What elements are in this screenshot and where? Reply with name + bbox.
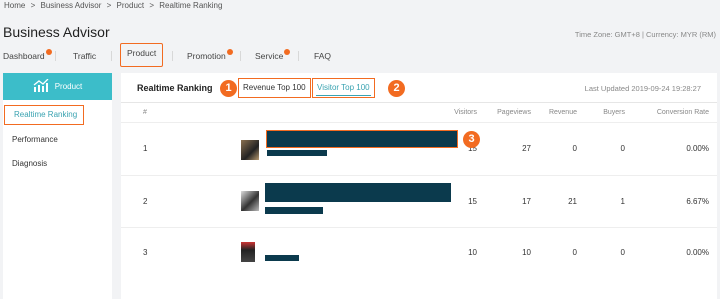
rank-cell: 1 xyxy=(121,121,171,175)
last-updated: Last Updated 2019-09-24 19:28:27 xyxy=(584,84,701,93)
breadcrumb-home[interactable]: Home xyxy=(4,1,25,10)
step-badge: 1 xyxy=(220,80,237,97)
nav-divider xyxy=(55,51,56,61)
sidebar-item-performance[interactable]: Performance xyxy=(3,128,112,152)
col-header-conversion-rate[interactable]: Conversion Rate xyxy=(633,104,717,122)
nav-dashboard-label: Dashboard xyxy=(3,51,45,61)
highlight-outline xyxy=(266,129,458,148)
conversion-rate-cell: 0.00% xyxy=(633,121,717,175)
product-id-redacted xyxy=(267,149,327,156)
table-row: 2 15 17 21 1 6.67% xyxy=(121,174,717,227)
nav-faq-label: FAQ xyxy=(314,51,332,61)
col-header-pageviews[interactable]: Pageviews xyxy=(485,104,539,122)
product-cell: 3 xyxy=(171,121,480,175)
rank-cell: 2 xyxy=(121,174,171,227)
buyers-cell: 0 xyxy=(585,226,633,277)
notification-dot xyxy=(226,49,233,55)
nav-dashboard[interactable]: Dashboard xyxy=(3,46,52,66)
sidebar-header[interactable]: Product xyxy=(3,73,112,100)
breadcrumb-separator: > xyxy=(30,1,36,10)
nav-product[interactable]: Product xyxy=(120,43,164,67)
step-badge: 3 xyxy=(463,130,480,148)
ranking-table: # Visitors Pageviews Revenue Buyers Conv… xyxy=(121,104,717,277)
product-thumbnail[interactable] xyxy=(241,139,259,160)
col-header-product xyxy=(171,104,437,122)
col-header-buyers[interactable]: Buyers xyxy=(585,104,633,122)
revenue-cell: 21 xyxy=(539,174,585,227)
col-header-rank: # xyxy=(143,109,147,117)
nav-product-label: Product xyxy=(127,48,157,58)
nav-traffic[interactable]: Traffic xyxy=(73,46,96,66)
nav-service[interactable]: Service xyxy=(255,46,291,66)
nav-service-label: Service xyxy=(255,51,284,61)
product-info xyxy=(171,176,451,227)
pageviews-cell: 27 xyxy=(485,121,539,175)
page-title: Business Advisor xyxy=(3,24,110,40)
breadcrumb: Home > Business Advisor > Product > Real… xyxy=(4,1,225,10)
nav-promotion-label: Promotion xyxy=(187,51,226,61)
sidebar: Product Realtime Ranking Performance Dia… xyxy=(3,73,112,299)
visitors-cell: 10 xyxy=(437,226,485,277)
col-header-visitors[interactable]: Visitors xyxy=(437,104,485,122)
buyers-cell: 1 xyxy=(585,174,633,227)
breadcrumb-separator: > xyxy=(149,1,155,10)
breadcrumb-realtime-ranking: Realtime Ranking xyxy=(159,1,223,10)
nav-divider xyxy=(240,51,241,61)
trend-chart-icon xyxy=(33,78,49,94)
ranking-panel: Realtime Ranking 1 Revenue Top 100 Visit… xyxy=(121,73,717,299)
nav-divider xyxy=(298,51,299,61)
panel-header: Realtime Ranking 1 Revenue Top 100 Visit… xyxy=(121,73,717,103)
step-badge: 2 xyxy=(388,80,405,97)
breadcrumb-separator: > xyxy=(106,1,112,10)
sidebar-item-label: Diagnosis xyxy=(12,159,48,168)
nav-divider xyxy=(172,51,173,61)
breadcrumb-product[interactable]: Product xyxy=(117,1,145,10)
tab-visitor-top-100[interactable]: Visitor Top 100 xyxy=(312,78,375,98)
conversion-rate-cell: 0.00% xyxy=(633,226,717,277)
rank-cell: 3 xyxy=(121,226,171,277)
product-thumbnail[interactable] xyxy=(241,190,259,211)
product-id-redacted xyxy=(265,206,323,214)
sidebar-item-realtime-ranking[interactable]: Realtime Ranking xyxy=(4,105,84,125)
product-cell xyxy=(171,226,437,278)
conversion-rate-cell: 6.67% xyxy=(633,174,717,227)
table-header-row: # Visitors Pageviews Revenue Buyers Conv… xyxy=(121,104,717,122)
notification-dot xyxy=(45,49,52,55)
sidebar-header-label: Product xyxy=(54,82,83,91)
notification-dot xyxy=(284,49,291,55)
revenue-cell: 0 xyxy=(539,226,585,277)
tab-revenue-top-100[interactable]: Revenue Top 100 xyxy=(238,78,311,98)
product-info: 3 xyxy=(171,123,480,175)
product-name-redacted[interactable] xyxy=(265,254,299,261)
top-nav: Dashboard Traffic Product Promotion Serv… xyxy=(0,42,720,70)
nav-traffic-label: Traffic xyxy=(73,51,97,61)
nav-faq[interactable]: FAQ xyxy=(314,46,331,66)
product-info xyxy=(171,228,437,278)
panel-title: Realtime Ranking xyxy=(137,83,213,93)
nav-promotion[interactable]: Promotion xyxy=(187,46,233,66)
nav-divider xyxy=(111,51,112,61)
timezone-info: Time Zone: GMT+8 | Currency: MYR (RM) xyxy=(574,30,716,39)
sidebar-item-diagnosis[interactable]: Diagnosis xyxy=(3,152,112,176)
pageviews-cell: 17 xyxy=(485,174,539,227)
col-header-revenue[interactable]: Revenue xyxy=(539,104,585,122)
pageviews-cell: 10 xyxy=(485,226,539,277)
breadcrumb-business-advisor[interactable]: Business Advisor xyxy=(40,1,101,10)
table-row: 1 3 15 27 0 0 0.00% xyxy=(121,121,717,175)
product-name-redacted[interactable] xyxy=(265,182,451,202)
table-row: 3 10 10 0 0 0.00% xyxy=(121,226,717,278)
product-cell xyxy=(171,174,451,227)
buyers-cell: 0 xyxy=(585,121,633,175)
revenue-cell: 0 xyxy=(539,121,585,175)
sidebar-item-label: Realtime Ranking xyxy=(14,110,78,119)
product-thumbnail[interactable] xyxy=(241,241,255,262)
sidebar-item-label: Performance xyxy=(12,135,58,144)
